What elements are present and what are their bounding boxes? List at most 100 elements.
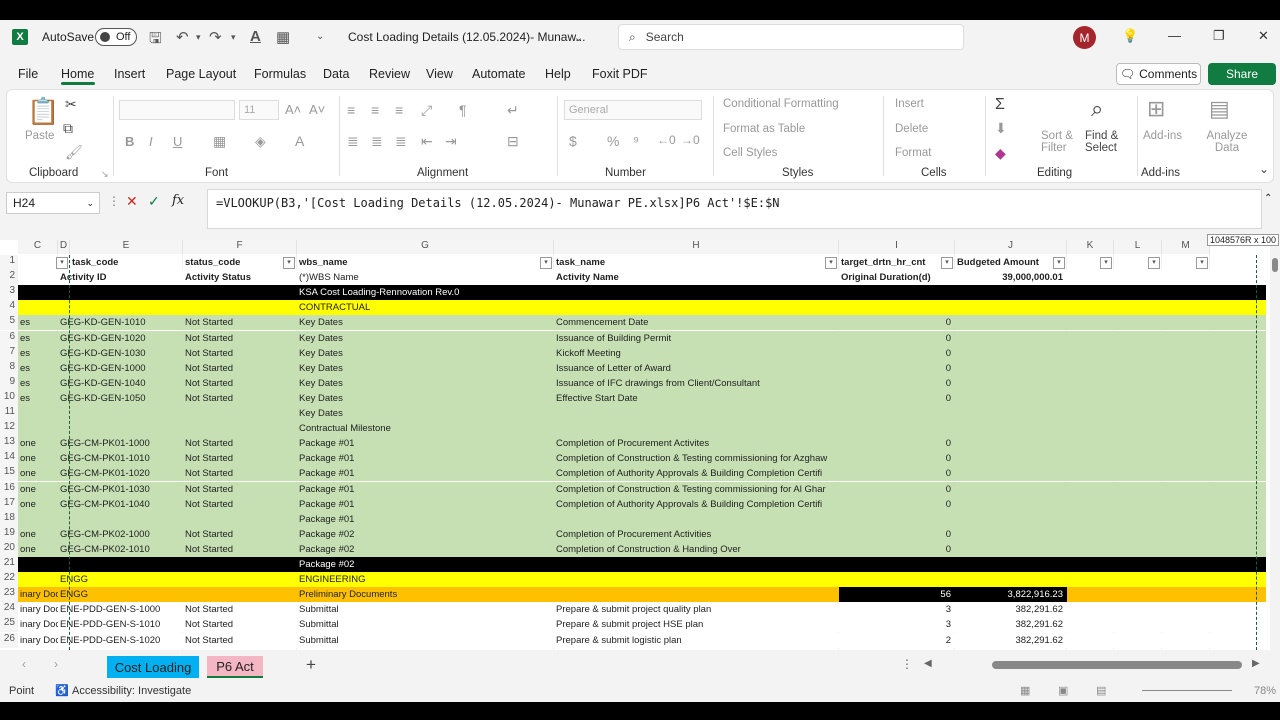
cell-h[interactable]: Completion of Construction & Testing com… [554, 451, 839, 466]
cell-i[interactable]: 3 [839, 602, 955, 617]
font-name-combo[interactable] [119, 100, 235, 120]
cell-h[interactable]: Prepare & submit project quality plan [554, 602, 839, 617]
cell-f[interactable]: Not Started [183, 497, 297, 512]
cell-h[interactable]: Kickoff Meeting [554, 346, 839, 361]
tab-automate[interactable]: Automate [472, 67, 526, 81]
row-header[interactable]: 19 [0, 526, 18, 542]
cell-j[interactable] [955, 527, 1067, 542]
wrap-text-icon[interactable]: ↵ [507, 102, 519, 119]
cell-c[interactable]: es [18, 315, 58, 330]
add-sheet-icon[interactable]: + [306, 655, 316, 675]
cut-icon[interactable]: ✂ [65, 96, 77, 113]
cell-f[interactable]: Not Started [183, 617, 297, 632]
cell-g[interactable]: Package #01 [297, 497, 554, 512]
name-box[interactable]: H24 ⌄ [6, 192, 100, 214]
cell-c[interactable] [18, 270, 58, 285]
column-header[interactable]: J [955, 240, 1067, 254]
cell-j[interactable] [955, 451, 1067, 466]
row-header[interactable]: 25 [0, 617, 18, 633]
name-box-dropdown-icon[interactable]: ⌄ [86, 198, 94, 209]
cell-g[interactable]: Package #02 [297, 557, 554, 572]
cell-e[interactable]: GEG-KD-GEN-1030 [58, 346, 183, 361]
cell-f[interactable]: Not Started [183, 391, 297, 406]
cell-e[interactable]: ENE-PDD-GEN-S-1020 [58, 633, 183, 648]
cell-e[interactable]: ENGG [58, 572, 183, 587]
cell-h[interactable]: Completion of Authority Approvals & Buil… [554, 497, 839, 512]
cell-e[interactable]: GEG-KD-GEN-1040 [58, 376, 183, 391]
cell-c[interactable]: es [18, 361, 58, 376]
analyze-data-button[interactable]: Analyze Data [1203, 130, 1251, 154]
cell-i[interactable]: 0 [839, 376, 955, 391]
cell-e[interactable]: GEG-CM-PK01-1010 [58, 451, 183, 466]
autosave-toggle[interactable]: Off [95, 28, 137, 46]
filter-dropdown-icon[interactable]: ▾ [1100, 257, 1112, 269]
cell-h[interactable] [554, 421, 839, 436]
column-header[interactable]: F [183, 240, 297, 254]
cell-f[interactable] [183, 421, 297, 436]
number-format-combo[interactable]: General [564, 100, 702, 120]
column-header[interactable]: M [1162, 240, 1210, 254]
cell-i[interactable] [839, 285, 955, 300]
cell-j[interactable] [955, 436, 1067, 451]
cell-j[interactable] [955, 300, 1067, 315]
row-header[interactable]: 1 [0, 255, 18, 270]
cell-g[interactable]: ENGINEERING [297, 572, 554, 587]
cell-f[interactable] [183, 300, 297, 315]
cell-j[interactable] [955, 542, 1067, 557]
cell-j[interactable] [955, 391, 1067, 406]
cell-e[interactable]: GEG-KD-GEN-1010 [58, 315, 183, 330]
cell-e[interactable]: GEG-CM-PK01-1030 [58, 482, 183, 497]
next-sheet-icon[interactable]: › [54, 657, 58, 671]
cell-f[interactable] [183, 406, 297, 421]
filter-dropdown-icon[interactable]: ▾ [283, 257, 295, 269]
cell-g[interactable]: Preliminary Documents [297, 587, 554, 602]
increase-font-icon[interactable]: A˄ [285, 102, 301, 117]
percent-icon[interactable]: % [607, 133, 619, 149]
column-header[interactable]: G [297, 240, 554, 254]
cell-c[interactable]: one [18, 527, 58, 542]
cancel-icon[interactable]: ✕ [126, 193, 138, 210]
row-header[interactable]: 3 [0, 285, 18, 301]
cell-e[interactable] [58, 406, 183, 421]
clipboard-launcher-icon[interactable]: ↘ [101, 169, 109, 180]
accessibility-status[interactable]: Accessibility: Investigate [72, 685, 191, 697]
enter-icon[interactable]: ✓ [148, 193, 160, 210]
header-cell-status-code[interactable]: status_code [183, 255, 283, 270]
cell-i[interactable]: 3 [839, 617, 955, 632]
cell-i[interactable]: 0 [839, 346, 955, 361]
cell-h[interactable]: Effective Start Date [554, 391, 839, 406]
search-box[interactable]: ⌕ Search [618, 24, 964, 50]
cell-g[interactable]: Submittal [297, 633, 554, 648]
cell-g[interactable]: Key Dates [297, 315, 554, 330]
cell-c[interactable]: es [18, 376, 58, 391]
cell-j[interactable]: 382,291.62 [955, 617, 1067, 632]
header-cell-task-name[interactable]: task_name [554, 255, 825, 270]
cell-g[interactable]: Key Dates [297, 406, 554, 421]
tab-data[interactable]: Data [323, 67, 349, 81]
cell-j[interactable] [955, 421, 1067, 436]
lightbulb-icon[interactable]: 💡 [1122, 28, 1138, 44]
filter-dropdown-icon[interactable]: ▾ [825, 257, 837, 269]
row-header[interactable]: 22 [0, 572, 18, 588]
sheet-options-icon[interactable]: ⋮ [901, 657, 913, 671]
font-size-combo[interactable]: 11 [239, 100, 279, 120]
cell-j[interactable] [955, 572, 1067, 587]
cell-h[interactable] [554, 512, 839, 527]
cell-e[interactable] [58, 512, 183, 527]
font-color-icon[interactable]: A [295, 133, 304, 149]
cell-i[interactable]: 0 [839, 391, 955, 406]
paste-label[interactable]: Paste [25, 130, 54, 142]
cell-h[interactable] [554, 406, 839, 421]
cell-g[interactable]: KSA Cost Loading-Rennovation Rev.0 [297, 285, 554, 300]
decrease-indent-icon[interactable]: ⇤ [421, 133, 433, 150]
cell-j[interactable] [955, 406, 1067, 421]
fill-color-icon[interactable]: ◈ [255, 133, 266, 150]
sort-filter-button[interactable]: Sort & Filter [1041, 130, 1081, 154]
cell-e[interactable] [58, 300, 183, 315]
cell-c[interactable]: inary Doc [18, 617, 58, 632]
cell-c[interactable]: inary Doc [18, 602, 58, 617]
horizontal-scrollbar[interactable] [992, 661, 1242, 669]
cell-g[interactable]: Package #01 [297, 451, 554, 466]
redo-dropdown-icon[interactable]: ▾ [231, 32, 236, 43]
orientation-icon[interactable]: ⤢ [421, 102, 432, 119]
